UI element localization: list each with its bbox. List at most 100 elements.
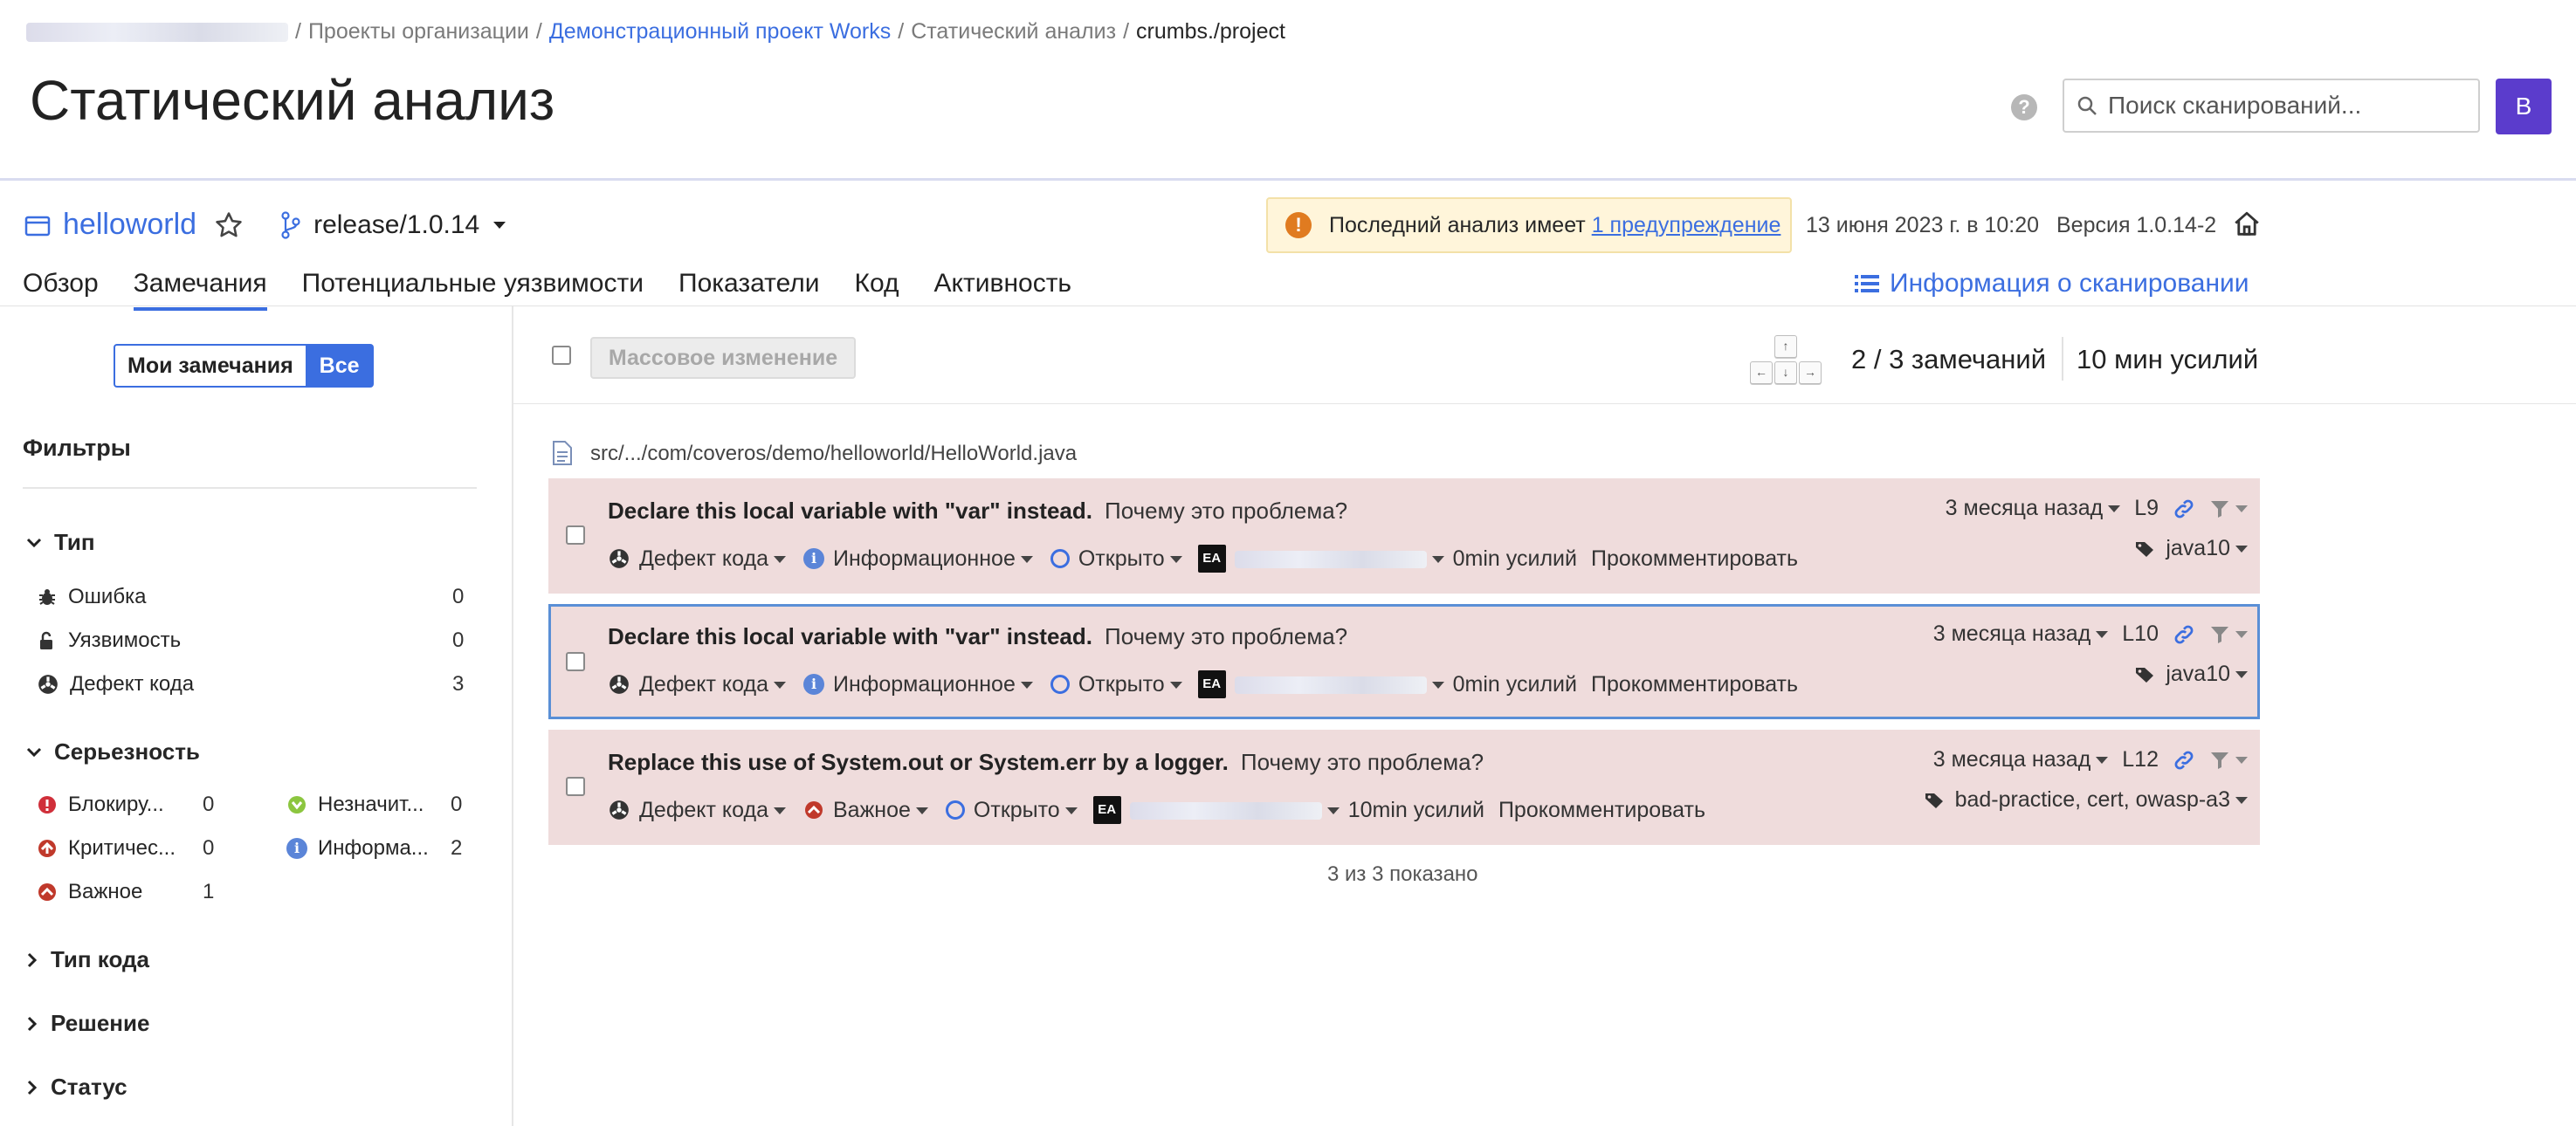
facet-type-bug[interactable]: Ошибка [37, 585, 146, 609]
branch-selector[interactable]: release/1.0.14 [313, 210, 479, 240]
issue-checkbox[interactable] [566, 652, 585, 671]
issue-type-dropdown[interactable]: Дефект кода [639, 798, 786, 823]
filter-icon[interactable] [2209, 750, 2248, 771]
bulk-change-button[interactable]: Массовое изменение [590, 337, 856, 379]
chevron-down-icon [2235, 756, 2248, 764]
assignee-name-blurred [1234, 676, 1427, 694]
select-all-checkbox[interactable] [552, 346, 571, 365]
issue-checkbox[interactable] [566, 777, 585, 796]
issue-type-dropdown[interactable]: Дефект кода [639, 672, 786, 697]
header-divider [0, 178, 2576, 181]
home-icon[interactable] [2232, 209, 2262, 239]
facet-type-code-smell[interactable]: Дефект кода [37, 672, 194, 697]
search-input[interactable] [2106, 91, 2459, 120]
assignee-dropdown[interactable] [1234, 672, 1444, 697]
issue-age-dropdown[interactable]: 3 месяца назад [1933, 747, 2109, 772]
assignee-dropdown[interactable] [1234, 546, 1444, 572]
permalink-icon[interactable] [2173, 498, 2195, 520]
facet-status-header[interactable]: Статус [26, 1074, 127, 1101]
chevron-down-icon [26, 746, 42, 759]
chevron-down-icon [1020, 555, 1033, 563]
facet-severity-blocker[interactable]: Блокиру... [37, 793, 164, 817]
issue-type-label: Дефект кода [639, 546, 768, 571]
permalink-icon[interactable] [2173, 623, 2195, 646]
issue-message[interactable]: Replace this use of System.out or System… [608, 749, 1229, 775]
tags-icon [2134, 664, 2159, 685]
facet-type-vulnerability[interactable]: Уязвимость [37, 628, 181, 653]
comment-link[interactable]: Прокомментировать [1498, 798, 1705, 823]
issue-effort: 0min усилий [1452, 671, 1577, 697]
facet-code-type-header[interactable]: Тип кода [26, 946, 149, 973]
assignee-dropdown[interactable] [1129, 798, 1340, 823]
my-issues-toggle[interactable]: Мои замечания [114, 344, 306, 388]
star-icon[interactable] [214, 210, 244, 240]
issue-age-dropdown[interactable]: 3 месяца назад [1946, 496, 2121, 521]
project-row: helloworld release/1.0.14 [24, 208, 506, 242]
breadcrumb-project[interactable]: Демонстрационный проект Works [549, 19, 891, 45]
chevron-down-icon [2235, 671, 2248, 679]
issue-line[interactable]: L12 [2122, 747, 2159, 772]
issue-line[interactable]: L10 [2122, 621, 2159, 647]
issue-severity-dropdown[interactable]: Важное [833, 798, 928, 823]
filter-icon[interactable] [2209, 498, 2248, 519]
tab-measures[interactable]: Показатели [678, 269, 820, 311]
issue-message[interactable]: Declare this local variable with "var" i… [608, 623, 1092, 649]
warning-link[interactable]: 1 предупреждение [1592, 213, 1781, 237]
facet-severity-critical[interactable]: Критичес... [37, 836, 176, 861]
facet-type-header[interactable]: Тип [26, 529, 95, 556]
chevron-down-icon[interactable] [493, 221, 506, 229]
facet-severity-minor[interactable]: Незначит... [286, 793, 424, 817]
facet-severity-info[interactable]: i Информа... [286, 836, 429, 861]
avatar[interactable]: B [2496, 79, 2552, 134]
search-box[interactable] [2063, 79, 2480, 133]
critical-icon [37, 838, 58, 859]
why-is-this-an-issue-link[interactable]: Почему это проблема? [1105, 498, 1347, 524]
facet-severity-label: Информа... [318, 836, 429, 860]
issue-severity-dropdown[interactable]: Информационное [833, 546, 1033, 572]
filter-icon[interactable] [2209, 624, 2248, 645]
why-is-this-an-issue-link[interactable]: Почему это проблема? [1105, 623, 1347, 649]
scan-info-link[interactable]: Информация о сканировании [1855, 269, 2249, 299]
breadcrumb-static-analysis[interactable]: Статический анализ [911, 19, 1116, 45]
tab-code[interactable]: Код [855, 269, 899, 311]
issue-checkbox[interactable] [566, 525, 585, 545]
issue-tags-dropdown[interactable]: java10 [2166, 536, 2248, 561]
facet-resolution-header[interactable]: Решение [26, 1010, 149, 1037]
issue-card-selected[interactable]: Declare this local variable with "var" i… [548, 604, 2260, 719]
facet-severity-header[interactable]: Серьезность [26, 738, 200, 766]
issue-message[interactable]: Declare this local variable with "var" i… [608, 498, 1092, 524]
breadcrumb-separator: / [535, 19, 542, 44]
permalink-icon[interactable] [2173, 749, 2195, 772]
org-name-blurred[interactable] [26, 22, 288, 42]
issue-type-dropdown[interactable]: Дефект кода [639, 546, 786, 572]
filters-title: Фильтры [23, 435, 131, 461]
issue-status-dropdown[interactable]: Открыто [974, 798, 1078, 823]
tab-issues[interactable]: Замечания [133, 269, 267, 311]
divider [2062, 337, 2063, 381]
comment-link[interactable]: Прокомментировать [1591, 672, 1798, 697]
comment-link[interactable]: Прокомментировать [1591, 546, 1798, 572]
breadcrumb-separator: / [898, 19, 905, 44]
tab-overview[interactable]: Обзор [23, 269, 99, 311]
all-issues-toggle[interactable]: Все [305, 344, 374, 388]
chevron-down-icon [1020, 681, 1033, 689]
issue-severity-dropdown[interactable]: Информационное [833, 672, 1033, 697]
facet-count: 0 [452, 628, 465, 652]
help-icon[interactable]: ? [2011, 94, 2037, 120]
why-is-this-an-issue-link[interactable]: Почему это проблема? [1241, 749, 1484, 775]
tab-activity[interactable]: Активность [934, 269, 1072, 311]
issue-line[interactable]: L9 [2134, 496, 2159, 521]
issue-status-dropdown[interactable]: Открыто [1078, 672, 1182, 697]
project-name-link[interactable]: helloworld [63, 208, 196, 242]
issue-tags-dropdown[interactable]: java10 [2166, 662, 2248, 687]
tab-security-hotspots[interactable]: Потенциальные уязвимости [302, 269, 644, 311]
issue-tags-dropdown[interactable]: bad-practice, cert, owasp-a3 [1955, 787, 2248, 813]
facet-severity-major[interactable]: Важное [37, 880, 142, 904]
issue-card[interactable]: Declare this local variable with "var" i… [548, 478, 2260, 594]
issue-age-label: 3 месяца назад [1932, 621, 2091, 646]
breadcrumb-org-projects[interactable]: Проекты организации [308, 19, 529, 45]
issue-status-dropdown[interactable]: Открыто [1078, 546, 1182, 572]
issue-effort: 10min усилий [1347, 797, 1484, 822]
issue-card[interactable]: Replace this use of System.out or System… [548, 730, 2260, 845]
issue-age-dropdown[interactable]: 3 месяца назад [1933, 621, 2109, 647]
